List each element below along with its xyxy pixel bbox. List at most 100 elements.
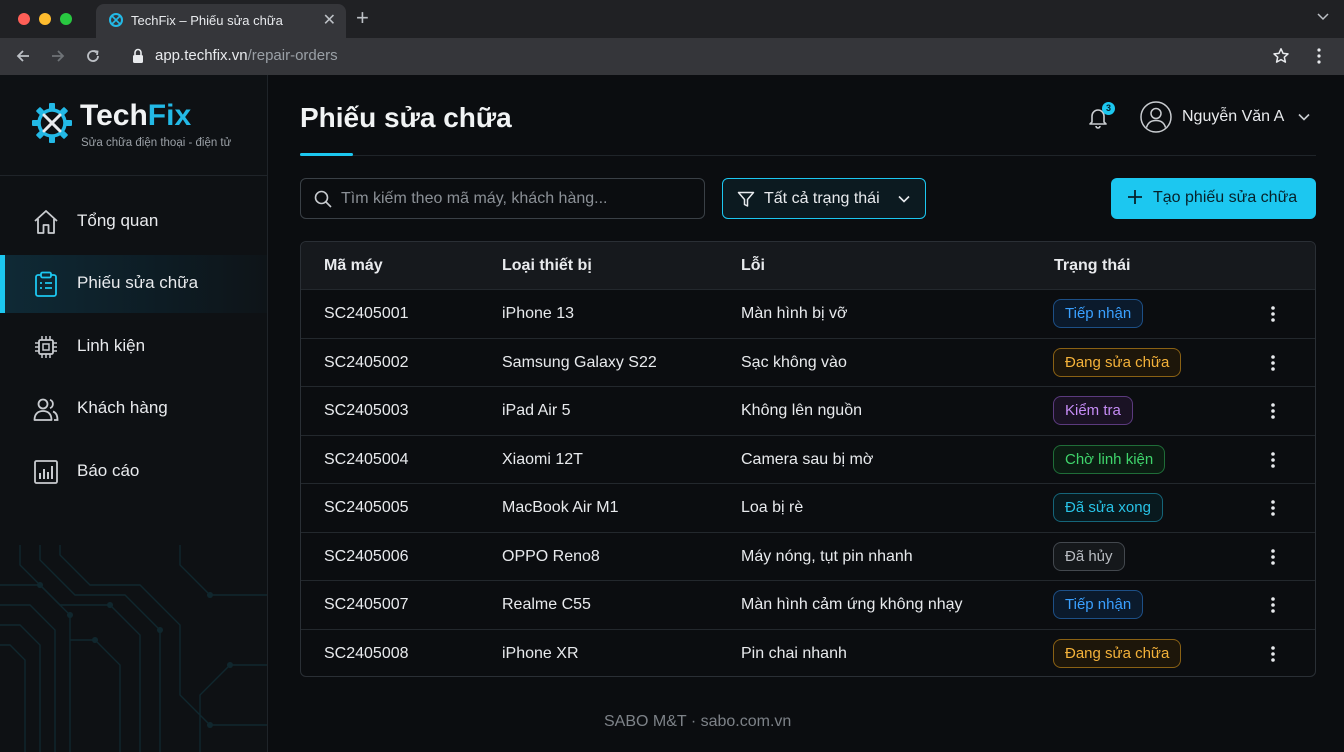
avatar[interactable] [1140, 101, 1172, 133]
row-menu-icon[interactable] [1268, 304, 1278, 324]
maximize-window-button[interactable] [60, 13, 72, 25]
cell-id: SC2405003 [324, 402, 409, 419]
sidebar-item-label: Báo cáo [77, 461, 140, 480]
search-box[interactable] [300, 178, 705, 219]
sidebar-item-label: Khách hàng [77, 398, 168, 417]
column-header-device[interactable]: Loại thiết bị [502, 257, 592, 275]
column-header-issue[interactable]: Lỗi [741, 257, 765, 275]
brand-tagline: Sửa chữa điện thoại - điện tử [81, 137, 232, 149]
cell-device: iPhone XR [502, 644, 579, 662]
cell-device: MacBook Air M1 [502, 499, 619, 516]
cell-device: iPhone 13 [502, 305, 575, 322]
users-icon [33, 398, 59, 421]
circuit-decoration [0, 545, 267, 752]
row-menu-icon[interactable] [1268, 595, 1278, 615]
cell-id: SC2405005 [324, 499, 409, 516]
create-repair-order-button[interactable]: Tạo phiếu sửa chữa [1111, 178, 1316, 219]
forward-arrow-icon[interactable] [49, 47, 67, 65]
cell-issue: Không lên nguồn [741, 402, 862, 419]
sidebar-item-reports[interactable]: Báo cáo [0, 443, 267, 501]
cell-id: SC2405006 [324, 547, 409, 565]
home-icon [34, 210, 58, 234]
search-input[interactable] [341, 180, 696, 217]
table-row[interactable]: SC2405005 MacBook Air M1 Loa bị rè Đã sửa x… [301, 483, 1315, 531]
cell-id: SC2405001 [324, 305, 409, 322]
url-domain: app.techfix.vn [155, 47, 248, 64]
row-menu-icon[interactable] [1268, 498, 1278, 518]
plus-icon [1128, 190, 1142, 204]
row-menu-icon[interactable] [1268, 450, 1278, 470]
tab-list-chevron-icon[interactable] [1316, 10, 1330, 24]
title-underline [300, 153, 353, 156]
tab-title: TechFix – Phiếu sửa chữa [131, 13, 283, 28]
create-button-label: Tạo phiếu sửa chữa [1153, 189, 1298, 206]
cell-issue: Camera sau bị mờ [741, 450, 874, 468]
cell-id: SC2405002 [324, 353, 409, 371]
table-row[interactable]: SC2405006 OPPO Reno8 Máy nóng, tụt pin nha… [301, 531, 1315, 580]
lock-icon[interactable] [132, 48, 144, 64]
status-badge: Tiếp nhận [1053, 299, 1144, 328]
table-header: Mã máy Loại thiết bị Lỗi Trạng thái [301, 242, 1315, 289]
cell-device: Realme C55 [502, 596, 591, 613]
cell-device: OPPO Reno8 [502, 547, 600, 565]
status-badge: Tiếp nhận [1053, 590, 1144, 619]
cell-device: Samsung Galaxy S22 [502, 353, 657, 371]
chevron-down-icon [898, 195, 910, 203]
repair-orders-table: Mã máy Loại thiết bị Lỗi Trạng thái SC24… [300, 241, 1316, 677]
table-row[interactable]: SC2405008 iPhone XR Pin chai nhanh Đang sửa… [301, 628, 1315, 677]
status-badge: Đã sửa xong [1053, 493, 1163, 522]
minimize-window-button[interactable] [39, 13, 51, 25]
row-menu-icon[interactable] [1268, 547, 1278, 567]
cell-issue: Pin chai nhanh [741, 644, 847, 662]
sidebar-item-components[interactable]: Linh kiện [0, 318, 267, 376]
close-tab-icon[interactable]: ✕ [323, 10, 336, 30]
column-header-status[interactable]: Trạng thái [1054, 257, 1130, 275]
sidebar: TechFix Sửa chữa điện thoại - điện tử Tổ… [0, 75, 268, 752]
header-divider [300, 155, 1316, 156]
table-row[interactable]: SC2405007 Realme C55 Màn hình cảm ứng khôn… [301, 580, 1315, 628]
table-row[interactable]: SC2405003 iPad Air 5 Không lên nguồn Kiểm t… [301, 386, 1315, 434]
sidebar-item-label: Tổng quan [77, 211, 159, 230]
close-window-button[interactable] [18, 13, 30, 25]
reload-icon[interactable] [84, 47, 102, 65]
page-title: Phiếu sửa chữa [300, 102, 512, 133]
row-menu-icon[interactable] [1268, 644, 1278, 664]
browser-addressbar: app.techfix.vn/repair-orders [0, 38, 1344, 75]
chevron-down-icon[interactable] [1298, 112, 1310, 122]
bookmark-star-icon[interactable] [1272, 47, 1290, 65]
cell-device: iPad Air 5 [502, 402, 571, 419]
browser-tabbar: TechFix – Phiếu sửa chữa ✕ + [0, 0, 1344, 38]
cell-issue: Màn hình bị vỡ [741, 305, 848, 322]
sidebar-item-customers[interactable]: Khách hàng [0, 380, 267, 438]
clipboard-icon [35, 271, 57, 297]
filter-label: Tất cả trạng thái [764, 190, 880, 207]
row-menu-icon[interactable] [1268, 401, 1278, 421]
new-tab-icon[interactable]: + [356, 5, 369, 31]
url-field[interactable]: app.techfix.vn/repair-orders [155, 47, 338, 64]
table-row[interactable]: SC2405004 Xiaomi 12T Camera sau bị mờ Chờ l… [301, 434, 1315, 483]
filter-icon [737, 191, 755, 207]
status-badge: Kiểm tra [1053, 396, 1133, 425]
app-root: TechFix Sửa chữa điện thoại - điện tử Tổ… [0, 75, 1344, 752]
back-arrow-icon[interactable] [14, 47, 32, 65]
cell-issue: Màn hình cảm ứng không nhạy [741, 596, 963, 613]
sidebar-item-repair-orders[interactable]: Phiếu sửa chữa [0, 255, 267, 313]
cell-issue: Máy nóng, tụt pin nhanh [741, 547, 913, 565]
url-path: /repair-orders [247, 47, 338, 64]
column-header-id[interactable]: Mã máy [324, 257, 383, 275]
table-row[interactable]: SC2405002 Samsung Galaxy S22 Sạc không vào… [301, 337, 1315, 386]
browser-menu-icon[interactable] [1316, 47, 1322, 65]
chart-icon [34, 460, 58, 484]
status-filter-dropdown[interactable]: Tất cả trạng thái [722, 178, 926, 219]
row-menu-icon[interactable] [1268, 353, 1278, 373]
gear-logo-icon [32, 103, 72, 143]
user-name[interactable]: Nguyễn Văn A [1182, 108, 1284, 126]
notification-badge: 3 [1102, 102, 1115, 115]
table-row[interactable]: SC2405001 iPhone 13 Màn hình bị vỡ Tiếp nhậ… [301, 289, 1315, 337]
cell-id: SC2405007 [324, 596, 409, 613]
browser-tab[interactable]: TechFix – Phiếu sửa chữa ✕ [96, 4, 346, 38]
chip-icon [35, 336, 57, 358]
status-badge: Đã hủy [1053, 541, 1125, 571]
sidebar-item-overview[interactable]: Tổng quan [0, 193, 267, 251]
sidebar-item-label: Linh kiện [77, 336, 146, 355]
